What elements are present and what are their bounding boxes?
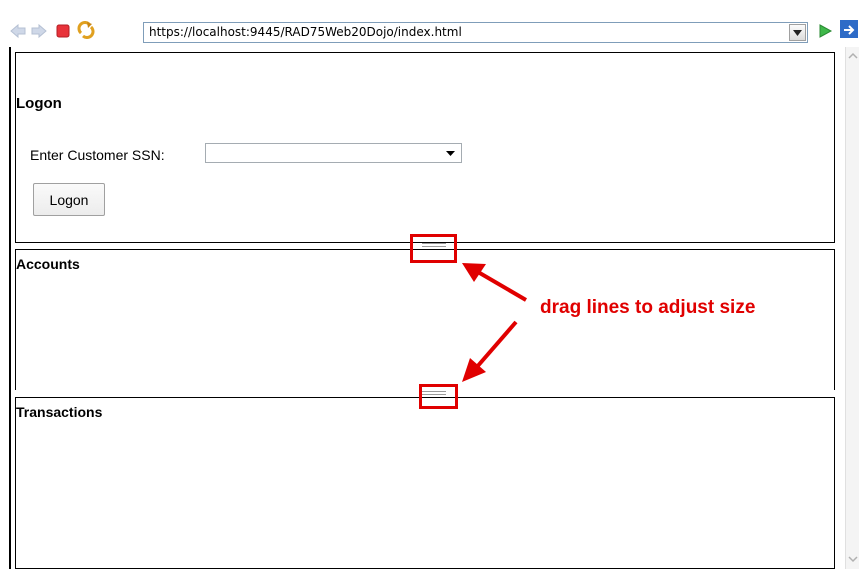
arrow-line-top — [476, 270, 528, 302]
annotation-text: drag lines to adjust size — [540, 297, 756, 318]
annotation-arrows — [462, 263, 528, 382]
arrow-line-bottom — [474, 320, 518, 370]
